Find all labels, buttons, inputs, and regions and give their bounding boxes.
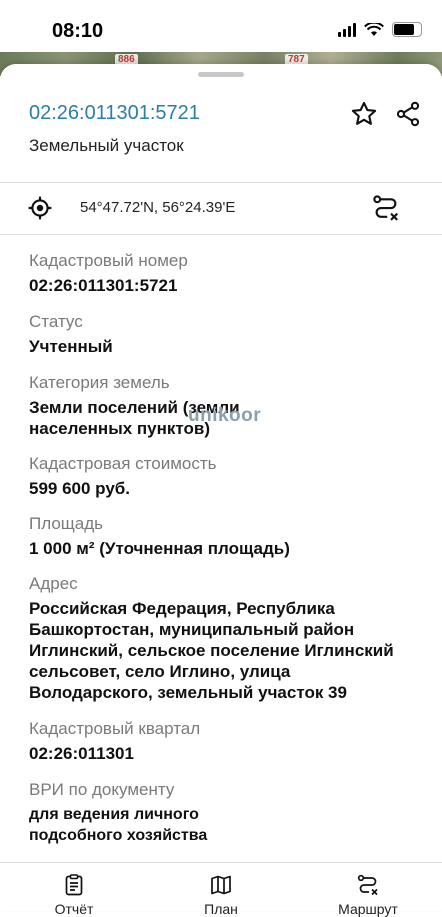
info-sheet: 02:26:011301:5721 Земельный участок 54°4… [0,64,442,910]
field-address: Адрес Российская Федерация, Республика Б… [29,573,429,703]
field-cadastral-value: Кадастровая стоимость 599 600 руб. [29,453,429,499]
report-icon [65,874,83,896]
object-type: Земельный участок [29,136,184,155]
status-bar: 08:10 [0,0,442,54]
tab-label: Маршрут [338,901,398,917]
share-icon [396,101,420,127]
tab-label: План [204,901,238,917]
field-label: Кадастровая стоимость [29,454,217,473]
field-status: Статус Учтенный [29,311,429,357]
field-value[interactable]: 02:26:011301 [29,743,429,764]
drag-handle[interactable] [198,72,244,77]
field-value[interactable]: Российская Федерация, Республика Башкорт… [29,598,429,703]
field-label: Площадь [29,514,104,533]
field-label: Статус [29,312,83,331]
field-label: Категория земель [29,373,170,392]
tab-plan[interactable]: План [166,863,276,917]
field-label: Адрес [29,574,78,593]
field-value: 599 600 руб. [29,479,131,498]
field-value: 1 000 м² (Уточненная площадь) [29,539,290,558]
field-label: Кадастровый номер [29,251,188,270]
battery-icon [392,22,422,37]
field-value: Учтенный [29,337,113,356]
location-target-icon [28,196,52,220]
field-label: Кадастровый квартал [29,719,201,738]
star-icon [351,101,377,125]
route-icon [373,195,399,221]
favorite-button[interactable] [348,98,380,130]
field-cadastral-number: Кадастровый номер 02:26:011301:5721 [29,250,429,296]
wifi-icon [364,22,384,36]
tab-route[interactable]: Маршрут [313,863,423,917]
map-icon [211,875,231,895]
route-icon [357,874,378,896]
coordinates-text: 54°47.72'N, 56°24.39'E [80,199,236,216]
tab-report[interactable]: Отчёт [19,863,129,917]
status-time: 08:10 [52,20,104,42]
field-value[interactable]: 02:26:011301:5721 [29,275,429,296]
field-vri: ВРИ по документу для ведения личного под… [29,779,429,846]
route-button[interactable] [370,192,402,224]
field-cadastral-quarter: Кадастровый квартал 02:26:011301 [29,718,429,764]
field-area: Площадь 1 000 м² (Уточненная площадь) [29,513,429,559]
signal-icon [338,22,356,37]
bottom-tab-bar: Отчёт План Маршрут [0,862,442,917]
coordinates-row[interactable]: 54°47.72'N, 56°24.39'E [0,182,442,234]
share-button[interactable] [392,98,424,130]
tab-label: Отчёт [54,901,94,917]
watermark-logo: unikoor [188,405,262,426]
status-icons [338,22,422,37]
field-value: для ведения личного подсобного хозяйства [29,806,208,844]
cadastral-number-title: 02:26:011301:5721 [29,102,200,124]
divider [0,234,442,235]
field-label: ВРИ по документу [29,780,175,799]
